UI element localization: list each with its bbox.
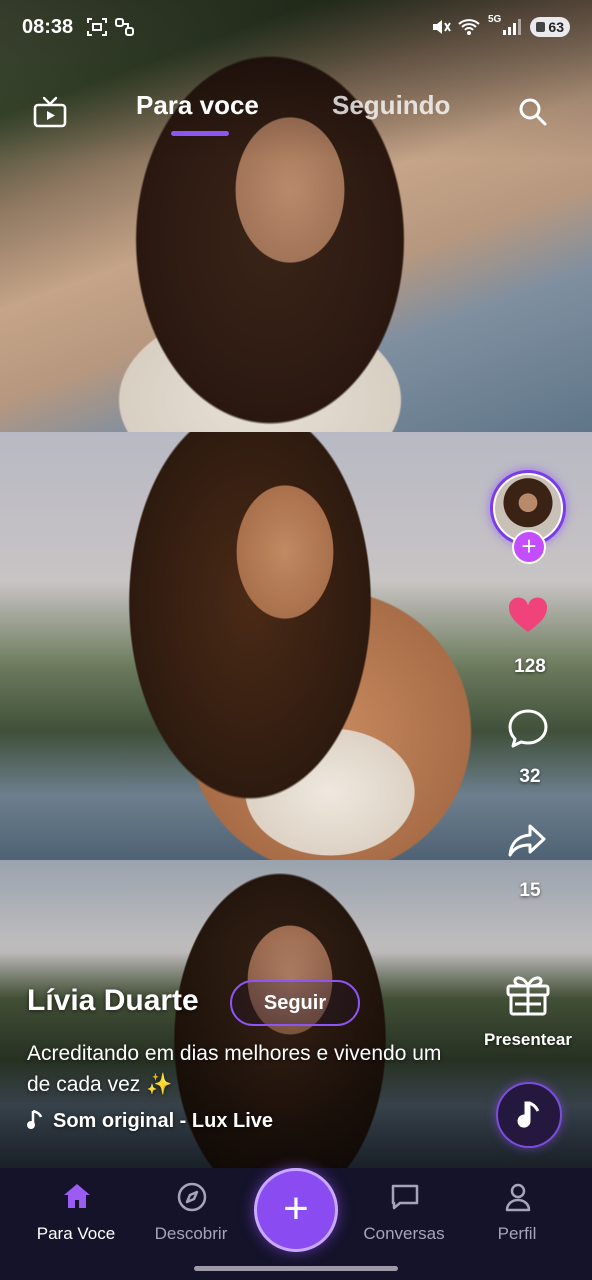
share-icon[interactable]: [506, 818, 550, 862]
post-caption: Acreditando em dias melhores e vivendo u…: [27, 1042, 442, 1096]
music-note-icon: [27, 1109, 43, 1129]
battery-indicator: 63: [530, 17, 570, 37]
bottom-navigation: Para Voce Descobrir + Conversas Perfil: [0, 1168, 592, 1280]
link-icon: [115, 18, 134, 36]
share-count: 15: [519, 880, 541, 901]
nav-label-chats: Conversas: [363, 1224, 445, 1243]
sound-label: Som original - Lux Live: [53, 1110, 274, 1132]
home-icon: [64, 1184, 90, 1208]
gift-icon[interactable]: [504, 972, 552, 1018]
signal-icon: [503, 19, 521, 35]
status-time: 08:38: [22, 16, 74, 38]
nav-item-for-you[interactable]: Para Voce: [16, 1168, 136, 1268]
plus-icon: +: [283, 1184, 309, 1233]
mute-icon: [433, 20, 451, 34]
top-tabs: Para voce Seguindo: [0, 80, 592, 140]
nav-label-profile: Perfil: [497, 1224, 537, 1243]
search-icon[interactable]: [518, 97, 548, 127]
wifi-icon: [458, 19, 480, 35]
like-count: 128: [514, 656, 546, 677]
comment-icon[interactable]: [506, 706, 550, 750]
comment-count: 32: [519, 766, 541, 787]
tab-for-you[interactable]: Para voce: [136, 90, 259, 121]
music-disc-button[interactable]: [496, 1082, 562, 1148]
create-post-button[interactable]: +: [254, 1168, 338, 1252]
follow-plus-icon[interactable]: +: [512, 530, 546, 564]
active-tab-indicator: [171, 131, 229, 136]
music-note-icon: [517, 1101, 540, 1128]
status-bar: 08:38 5G 63: [0, 0, 592, 56]
feed-photo-beach-sweater: [0, 0, 592, 432]
author-name[interactable]: Lívia Duarte: [27, 984, 199, 1018]
compass-icon: [177, 1182, 207, 1212]
sound-link[interactable]: Som original - Lux Live: [27, 1109, 274, 1133]
screenshot-icon: [87, 18, 107, 36]
user-icon: [505, 1183, 531, 1212]
gift-label[interactable]: Presentear: [470, 1030, 586, 1050]
nav-label-discover: Descobrir: [154, 1224, 228, 1243]
tv-icon[interactable]: [33, 96, 67, 128]
nav-item-discover[interactable]: Descobrir: [131, 1168, 251, 1268]
home-indicator[interactable]: [194, 1266, 398, 1271]
nav-item-profile[interactable]: Perfil: [457, 1168, 577, 1268]
heart-icon[interactable]: [506, 594, 550, 638]
follow-button[interactable]: Seguir: [230, 980, 360, 1026]
nav-label-for-you: Para Voce: [36, 1224, 116, 1243]
tab-following[interactable]: Seguindo: [332, 90, 450, 121]
chat-icon: [391, 1184, 419, 1210]
nav-item-chats[interactable]: Conversas: [344, 1168, 464, 1268]
